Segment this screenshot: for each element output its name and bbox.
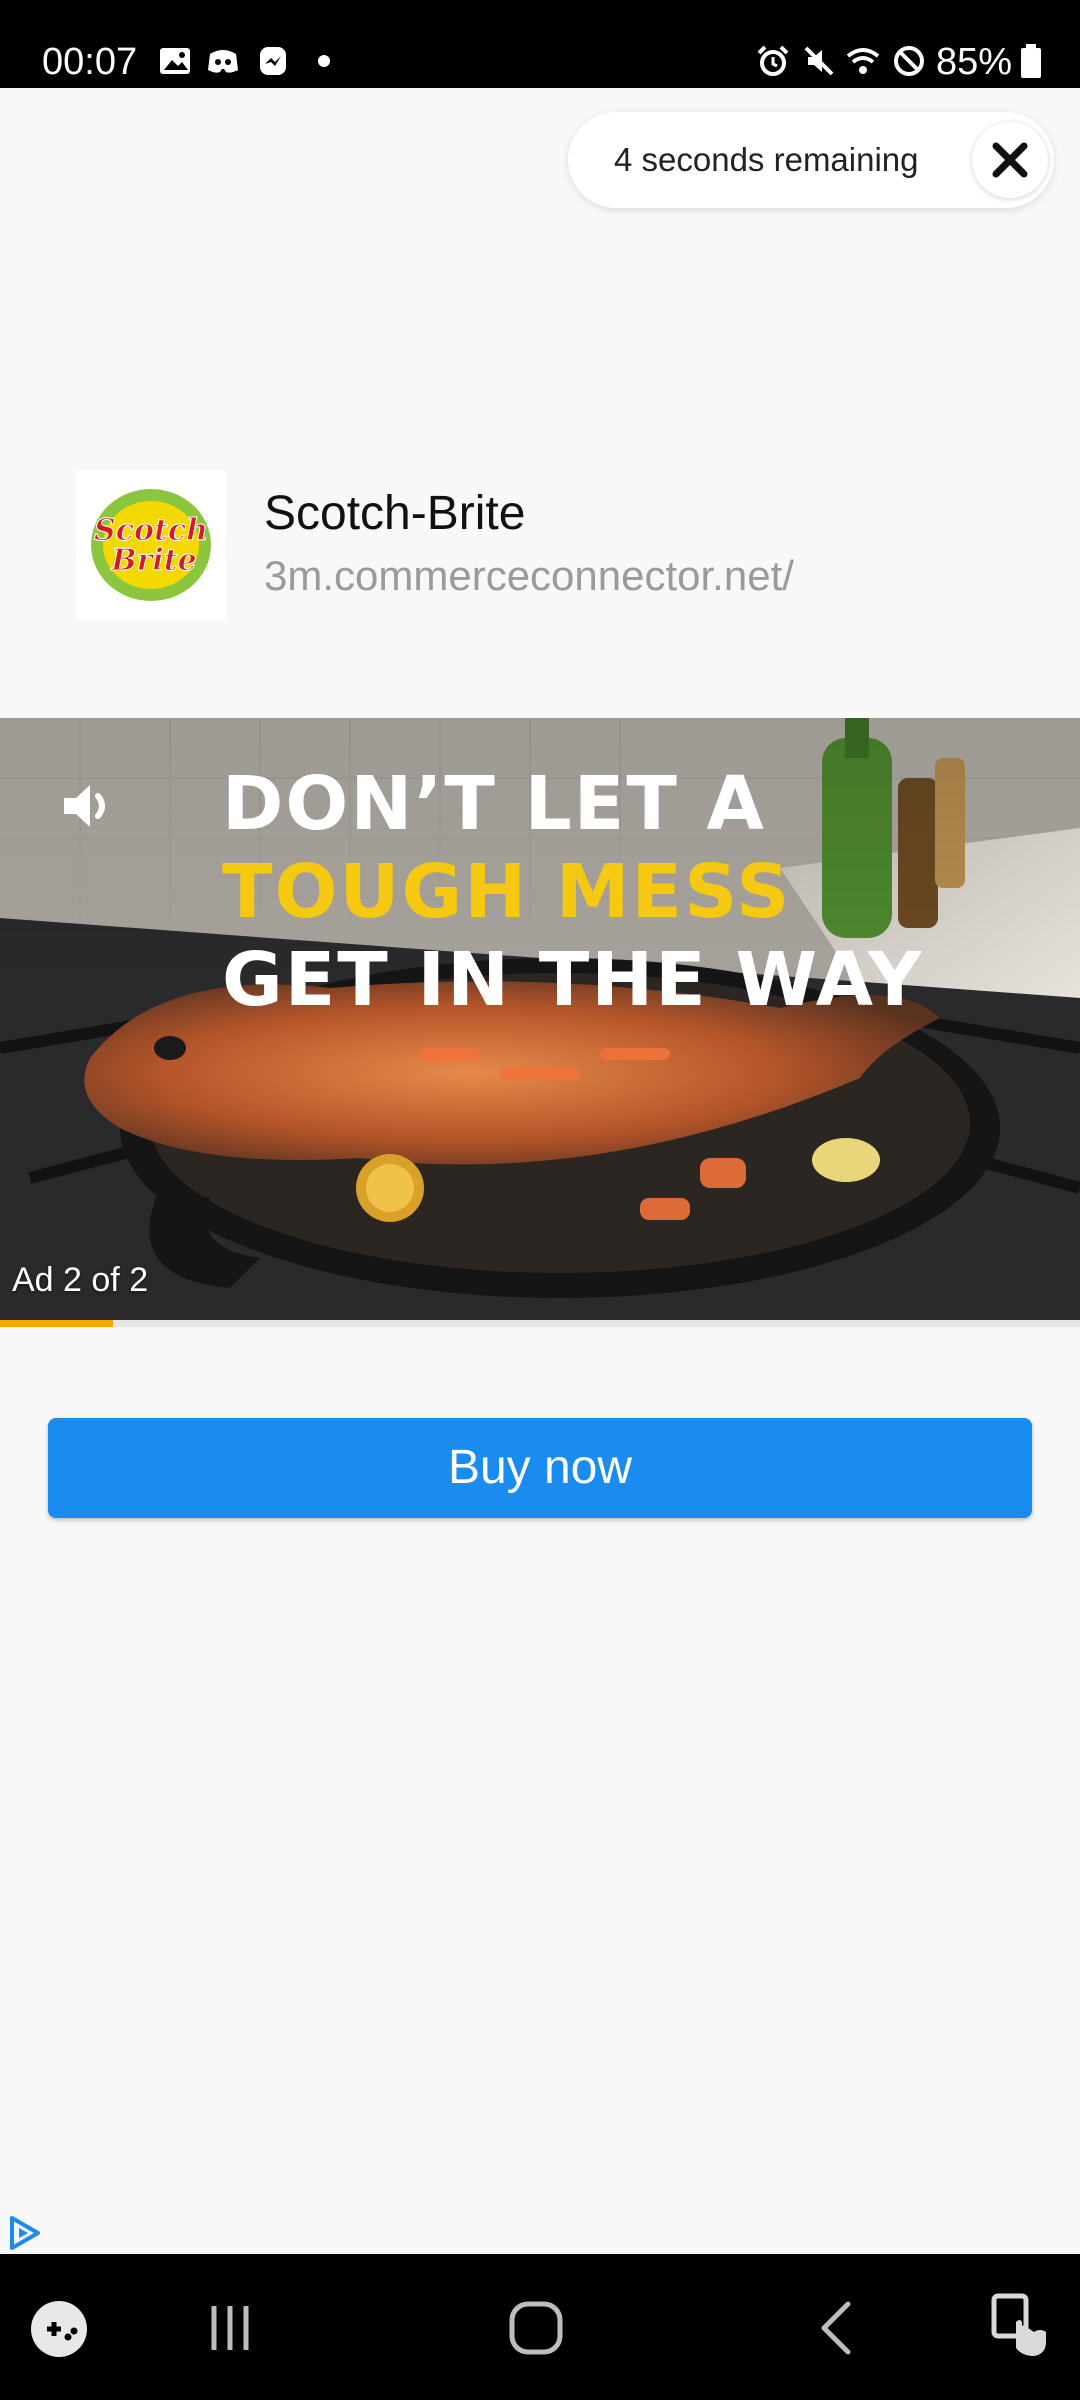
ad-choices-icon[interactable] bbox=[6, 2214, 44, 2252]
status-bar: 00:07 85% bbox=[0, 0, 1080, 88]
dot-icon bbox=[318, 55, 330, 67]
volume-icon[interactable] bbox=[58, 774, 122, 838]
logo-text-brite: Brite bbox=[110, 543, 197, 578]
headline-line-3: GET IN THE WAY bbox=[222, 937, 924, 1023]
advertiser-name[interactable]: Scotch-Brite bbox=[264, 486, 525, 542]
discord-icon bbox=[208, 50, 238, 73]
battery-icon bbox=[1021, 44, 1041, 78]
countdown-text: 4 seconds remaining bbox=[614, 141, 919, 178]
do-not-disturb-icon bbox=[894, 46, 924, 76]
video-progress-fill bbox=[0, 1320, 114, 1327]
accessibility-icon[interactable] bbox=[988, 2292, 1054, 2362]
alarm-icon bbox=[757, 45, 789, 76]
advertiser-url[interactable]: 3m.commerceconnector.net/ bbox=[264, 550, 794, 602]
gallery-icon bbox=[160, 48, 190, 74]
close-icon bbox=[992, 142, 1028, 178]
mute-icon bbox=[804, 46, 834, 76]
recent-apps-icon[interactable] bbox=[200, 2298, 260, 2358]
buy-now-button[interactable]: Buy now bbox=[48, 1418, 1032, 1518]
navigation-bar bbox=[0, 2254, 1080, 2400]
wifi-icon bbox=[846, 48, 880, 74]
game-launcher-icon[interactable] bbox=[28, 2298, 90, 2360]
video-progress-bar bbox=[0, 1320, 1080, 1327]
ad-counter: Ad 2 of 2 bbox=[12, 1261, 149, 1299]
messenger-icon bbox=[260, 47, 286, 75]
battery-percent: 85% bbox=[936, 41, 1013, 83]
advertiser-logo[interactable]: Scotch Brite bbox=[76, 470, 226, 620]
scotch-brite-logo: Scotch Brite bbox=[91, 489, 211, 601]
home-icon[interactable] bbox=[506, 2298, 566, 2358]
status-time: 00:07 bbox=[42, 41, 138, 83]
close-button[interactable] bbox=[972, 122, 1048, 198]
back-icon[interactable] bbox=[808, 2298, 868, 2358]
headline-line-2: TOUGH MESS bbox=[222, 849, 792, 935]
video-headline: DON’T LET A TOUGH MESS GET IN THE WAY bbox=[222, 760, 982, 1024]
headline-line-1: DON’T LET A bbox=[222, 761, 766, 847]
